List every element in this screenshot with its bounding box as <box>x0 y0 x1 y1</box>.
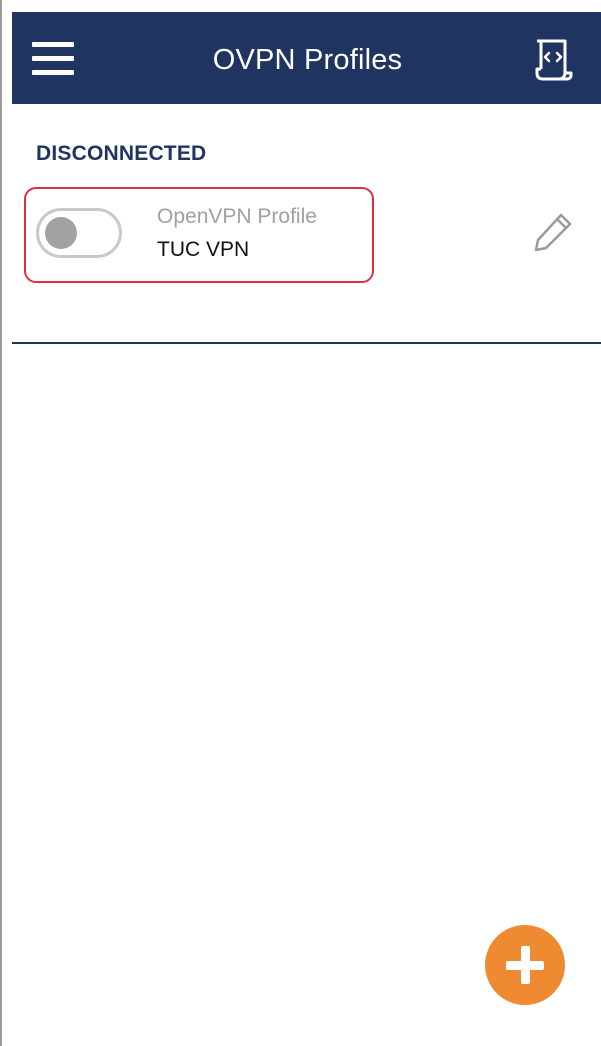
pencil-icon <box>534 213 572 252</box>
page-title: OVPN Profiles <box>212 44 403 76</box>
app-bar: OVPN Profiles <box>12 12 601 104</box>
import-profile-icon <box>535 39 573 81</box>
profile-name: TUC VPN <box>157 238 250 261</box>
connection-status-label: DISCONNECTED <box>36 142 207 165</box>
connection-toggle[interactable] <box>36 208 122 258</box>
app-screen: OVPN Profiles DISCONNECTED OpenVPN Profi… <box>0 0 601 1046</box>
profile-type-label: OpenVPN Profile <box>157 205 317 228</box>
profile-card[interactable]: OpenVPN Profile TUC VPN <box>24 187 374 283</box>
add-profile-button[interactable] <box>485 925 565 1005</box>
import-profile-button[interactable] <box>531 35 575 83</box>
toggle-knob <box>45 217 77 249</box>
section-divider <box>12 342 601 344</box>
edit-profile-button[interactable] <box>530 209 576 255</box>
